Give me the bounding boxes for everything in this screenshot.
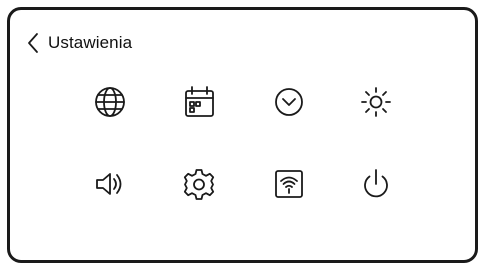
gear-icon [183,169,215,200]
speaker-icon [96,173,122,195]
power-icon [364,169,388,198]
globe-icon [95,87,125,117]
date-button[interactable] [173,76,225,128]
brightness-button[interactable] [350,76,402,128]
sound-button[interactable] [84,158,136,210]
wifi-icon [275,170,303,198]
chevron-left-icon [26,31,40,55]
clock-icon [275,88,303,116]
wifi-button[interactable] [263,158,315,210]
sun-icon [361,87,391,117]
back-button[interactable]: Ustawienia [26,29,132,57]
calendar-icon [185,86,214,117]
system-button[interactable] [173,158,225,210]
power-button[interactable] [350,158,402,210]
page-title: Ustawienia [48,33,133,52]
language-button[interactable] [84,76,136,128]
time-button[interactable] [263,76,315,128]
